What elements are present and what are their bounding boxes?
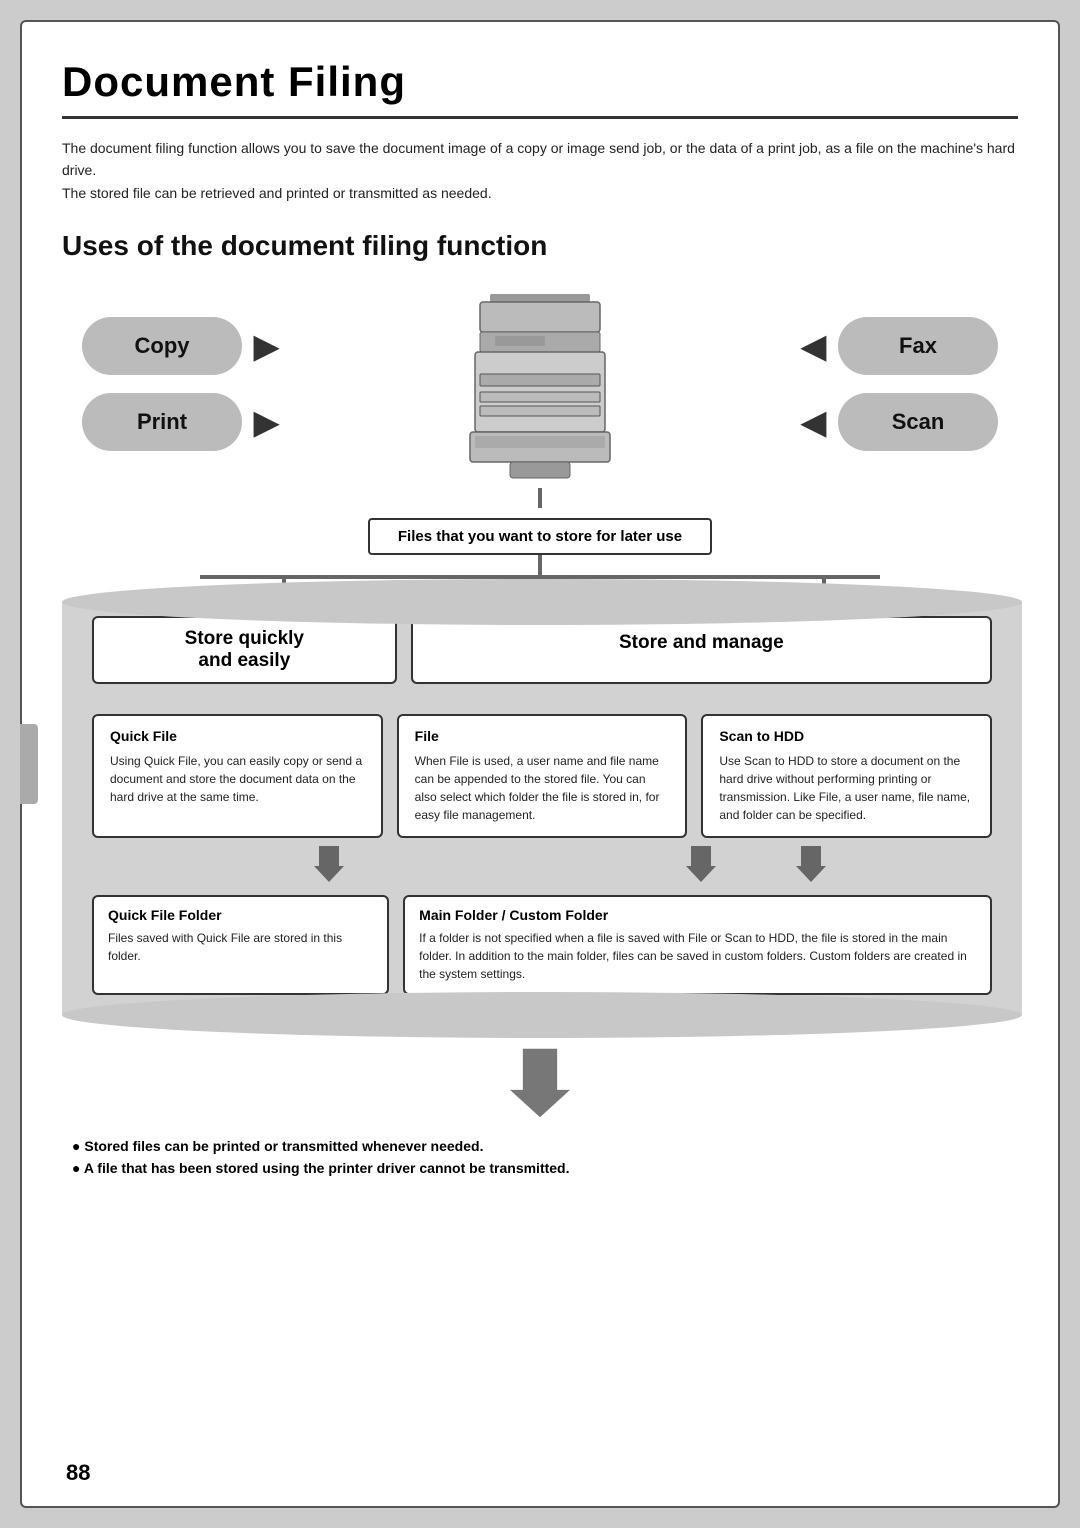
big-down-arrow-container — [62, 1048, 1018, 1118]
store-quickly-box: Store quickly and easily — [92, 616, 397, 684]
quick-file-box: Quick File Using Quick File, you can eas… — [92, 714, 383, 838]
fax-oval: Fax — [838, 317, 998, 375]
side-tab — [20, 724, 38, 804]
folder-boxes-row: Quick File Folder Files saved with Quick… — [62, 895, 1022, 995]
v-line-top — [538, 488, 542, 508]
quick-file-folder-text: Files saved with Quick File are stored i… — [108, 929, 373, 965]
page-title: Document Filing — [62, 58, 1018, 119]
mid-connector — [62, 555, 1018, 575]
quick-file-text: Using Quick File, you can easily copy or… — [110, 752, 365, 806]
print-row: Print ▶ — [82, 393, 279, 451]
top-row: Copy ▶ Print ▶ — [62, 284, 1018, 484]
printer-image — [450, 284, 630, 484]
fax-arrow: ◀ — [801, 327, 826, 365]
main-folder-box: Main Folder / Custom Folder If a folder … — [403, 895, 992, 995]
print-label: Print — [137, 409, 187, 435]
print-oval: Print — [82, 393, 242, 451]
fax-row: ◀ Fax — [801, 317, 998, 375]
scan-to-hdd-box: Scan to HDD Use Scan to HDD to store a d… — [701, 714, 992, 838]
copy-row: Copy ▶ — [82, 317, 279, 375]
intro-line-2: The stored file can be retrieved and pri… — [62, 185, 492, 201]
print-arrow: ▶ — [254, 403, 279, 441]
copy-label: Copy — [135, 333, 190, 359]
bottom-note-1: ● Stored files can be printed or transmi… — [72, 1138, 1018, 1154]
main-folder-text: If a folder is not specified when a file… — [419, 929, 976, 983]
diagram: Copy ▶ Print ▶ — [62, 284, 1018, 1176]
files-label-container: Files that you want to store for later u… — [62, 518, 1018, 555]
arrow-down-center-group — [549, 846, 962, 887]
file-text: When File is used, a user name and file … — [415, 752, 670, 824]
intro-line-1: The document filing function allows you … — [62, 140, 1015, 178]
top-connector — [62, 488, 1018, 508]
disk-bottom-ellipse — [62, 992, 1022, 1038]
store-quickly-label: Store quickly and easily — [185, 628, 304, 671]
store-manage-box: Store and manage — [411, 616, 992, 684]
scan-to-hdd-title: Scan to HDD — [719, 728, 974, 744]
copy-oval: Copy — [82, 317, 242, 375]
store-manage-label: Store and manage — [619, 632, 784, 653]
fax-label: Fax — [899, 333, 937, 359]
store-boxes-row: Quick File Using Quick File, you can eas… — [62, 694, 1022, 838]
files-label: Files that you want to store for later u… — [368, 518, 712, 555]
intro-text: The document filing function allows you … — [62, 137, 1018, 204]
file-box: File When File is used, a user name and … — [397, 714, 688, 838]
right-ovals: ◀ Fax ◀ Scan — [801, 317, 998, 451]
big-down-arrow-svg — [510, 1048, 570, 1118]
copy-arrow: ▶ — [254, 327, 279, 365]
left-ovals: Copy ▶ Print ▶ — [82, 317, 279, 451]
quick-file-folder-box: Quick File Folder Files saved with Quick… — [92, 895, 389, 995]
quick-file-title: Quick File — [110, 728, 365, 744]
file-title: File — [415, 728, 670, 744]
disk-top-ellipse — [62, 579, 1022, 625]
scan-label: Scan — [892, 409, 945, 435]
page: Document Filing The document filing func… — [20, 20, 1060, 1508]
quick-file-folder-title: Quick File Folder — [108, 907, 373, 923]
page-number: 88 — [66, 1460, 90, 1486]
v-line-mid — [538, 555, 542, 575]
down-arrows-row — [62, 838, 1022, 895]
scan-row: ◀ Scan — [801, 393, 998, 451]
scan-arrow: ◀ — [801, 403, 826, 441]
disk-body: Store quickly and easily Store and manag… — [62, 602, 1022, 1015]
bottom-notes: ● Stored files can be printed or transmi… — [62, 1138, 1018, 1176]
section-title: Uses of the document filing function — [62, 230, 1018, 262]
bottom-note-2: ● A file that has been stored using the … — [72, 1160, 1018, 1176]
scan-to-hdd-text: Use Scan to HDD to store a document on t… — [719, 752, 974, 824]
printer-svg — [450, 284, 630, 484]
main-folder-title: Main Folder / Custom Folder — [419, 907, 976, 923]
scan-oval: Scan — [838, 393, 998, 451]
arrow-down-left — [122, 846, 535, 887]
